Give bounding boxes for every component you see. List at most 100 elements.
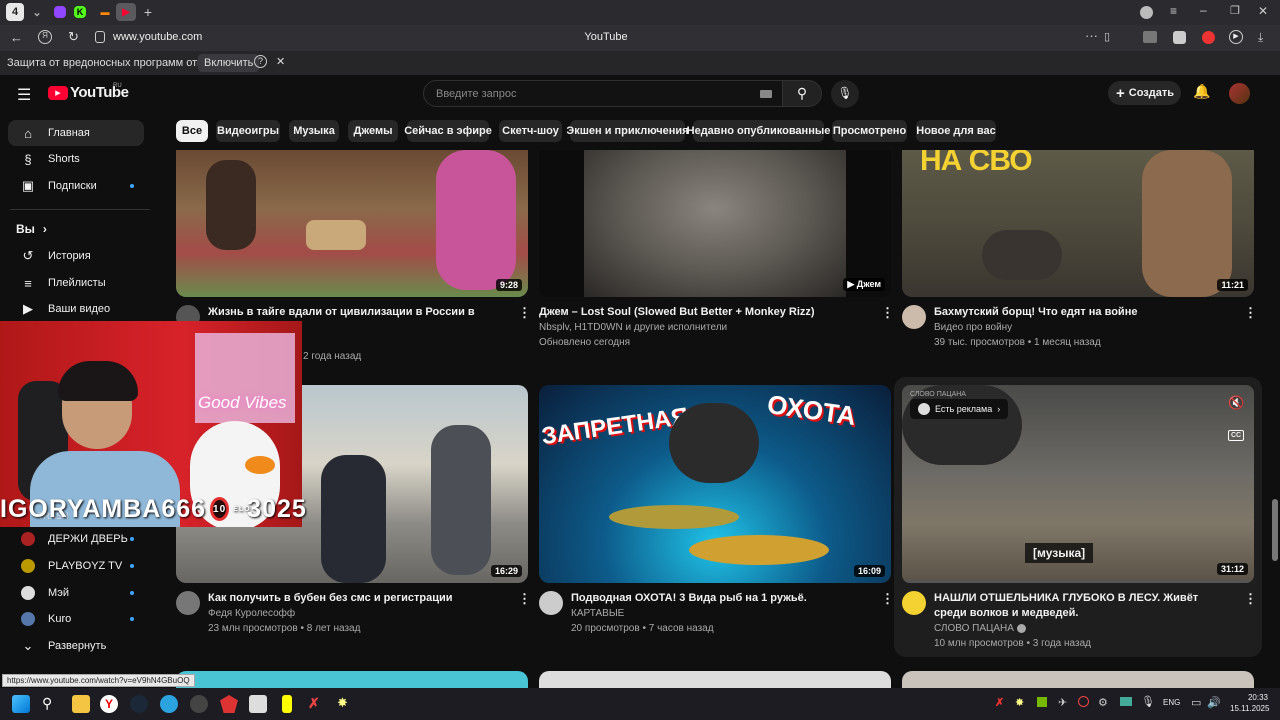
video-title[interactable]: Подводная ОХОТА! 3 Вида рыб на 1 ружьё.: [571, 591, 871, 606]
youtube-tab-active[interactable]: ▶: [116, 3, 136, 21]
twitch-tab-icon[interactable]: [54, 6, 66, 18]
chip-music[interactable]: Музыка: [289, 120, 339, 142]
network-icon[interactable]: ▭: [1191, 696, 1201, 709]
ad-info-badge[interactable]: Есть реклама ›: [910, 399, 1009, 419]
chip-watched[interactable]: Просмотрено: [832, 120, 907, 142]
video-title[interactable]: Бахмутский борщ! Что едят на войне: [934, 305, 1234, 320]
tray-icon[interactable]: ✈: [1058, 696, 1067, 709]
sun-app-icon[interactable]: ✸: [337, 695, 355, 713]
notification-extension-icon[interactable]: [1202, 31, 1215, 44]
close-window-icon[interactable]: ✕: [1258, 4, 1268, 18]
chip-recent[interactable]: Недавно опубликованные: [687, 120, 830, 142]
video-thumbnail[interactable]: 9:28: [176, 150, 528, 297]
video-thumbnail[interactable]: ЗАПРЕТНАЯ ОХОТА 16:09: [539, 385, 891, 583]
sidebar-item-channel-2[interactable]: PLAYBOYZ TV: [8, 553, 144, 579]
help-icon[interactable]: ?: [254, 55, 267, 68]
windows-start-icon[interactable]: [12, 695, 30, 713]
app-icon[interactable]: [190, 695, 208, 713]
more-vert-icon[interactable]: ⋮: [881, 591, 894, 607]
cc-button[interactable]: CC: [1228, 430, 1245, 441]
tray-record-icon[interactable]: [1078, 696, 1089, 707]
telegram-icon[interactable]: [160, 695, 178, 713]
video-thumbnail[interactable]: ▶ Джем: [539, 150, 891, 297]
video-thumbnail[interactable]: [176, 671, 528, 688]
more-vert-icon[interactable]: ⋮: [518, 591, 531, 607]
minimize-icon[interactable]: –: [1200, 3, 1207, 17]
preview-progress-bar[interactable]: [902, 580, 1254, 583]
video-channel[interactable]: КАРТАВЫЕ: [571, 606, 624, 621]
mute-icon[interactable]: 🔇: [1228, 395, 1244, 411]
notepad-icon[interactable]: [249, 695, 267, 713]
keyboard-icon[interactable]: [760, 90, 772, 98]
search-button[interactable]: ⚲: [782, 80, 822, 107]
video-title[interactable]: НАШЛИ ОТШЕЛЬНИКА ГЛУБОКО В ЛЕСУ. Живёт с…: [934, 591, 1224, 621]
tab-icon-orange[interactable]: ▬: [96, 3, 114, 21]
url-text[interactable]: www.youtube.com: [113, 31, 202, 43]
yandex-browser-icon[interactable]: Y: [100, 695, 118, 713]
enable-protection-button[interactable]: Включить: [198, 54, 260, 72]
channel-avatar[interactable]: [176, 591, 200, 615]
search-input[interactable]: Введите запрос: [423, 80, 783, 107]
chip-jams[interactable]: Джемы: [348, 120, 398, 142]
yandex-icon[interactable]: Я: [38, 30, 52, 44]
video-channel[interactable]: СЛОВО ПАЦАНА: [934, 621, 1026, 636]
extension-icon[interactable]: [1143, 31, 1157, 43]
clock[interactable]: 20:33 15.11.2025: [1230, 692, 1269, 714]
tray-mic-icon[interactable]: 🎙: [1141, 695, 1155, 708]
more-vert-icon[interactable]: ⋮: [881, 305, 894, 321]
back-icon[interactable]: ←: [10, 30, 23, 45]
tab-counter[interactable]: 4: [6, 3, 24, 21]
tray-gear-icon[interactable]: ⚙: [1098, 696, 1108, 709]
channel-avatar[interactable]: [539, 591, 563, 615]
sidebar-item-channel-4[interactable]: Kuro: [8, 606, 144, 632]
video-channel[interactable]: Федя Куролесофф: [208, 606, 295, 621]
profile-icon[interactable]: [1140, 6, 1153, 19]
sidebar-expand[interactable]: ⌄ Развернуть: [8, 633, 144, 659]
tray-app-icon[interactable]: [1120, 697, 1132, 706]
search-icon[interactable]: ⚲: [42, 695, 60, 713]
chip-action[interactable]: Экшен и приключения: [566, 120, 689, 142]
sidebar-item-channel-1[interactable]: ДЕРЖИ ДВЕРЬ: [8, 526, 144, 552]
scrollbar-thumb[interactable]: [1272, 499, 1278, 561]
new-tab-button[interactable]: +: [139, 3, 157, 21]
close-notice-icon[interactable]: ✕: [276, 55, 285, 68]
tray-faceit-icon[interactable]: ✗: [995, 696, 1004, 709]
language-indicator[interactable]: ENG: [1163, 698, 1180, 707]
chip-sketch[interactable]: Скетч-шоу: [499, 120, 562, 142]
volume-icon[interactable]: 🔊: [1207, 696, 1221, 709]
chevron-down-icon[interactable]: ⌄: [28, 3, 46, 21]
sidebar-item-playlists[interactable]: ≡ Плейлисты: [8, 270, 144, 296]
kick-tab-icon[interactable]: K: [74, 6, 86, 18]
video-channel[interactable]: Nbsplv, H1TD0WN и другие исполнители: [539, 320, 727, 335]
steam-icon[interactable]: [130, 695, 148, 713]
bookmark-icon[interactable]: ▯: [1104, 30, 1110, 43]
notifications-bell-icon[interactable]: 🔔: [1193, 83, 1210, 100]
video-title[interactable]: Джем – Lost Soul (Slowed But Better + Mo…: [539, 305, 869, 320]
sidebar-item-history[interactable]: ↺ История: [8, 243, 144, 269]
create-button[interactable]: + Создать: [1108, 81, 1181, 105]
chip-videogames[interactable]: Видеоигры: [216, 120, 280, 142]
sidebar-item-your-videos[interactable]: ▶ Ваши видео: [8, 296, 144, 322]
reload-icon[interactable]: ↻: [68, 29, 79, 45]
more-vert-icon[interactable]: ⋮: [1244, 305, 1257, 321]
video-thumbnail[interactable]: [902, 671, 1254, 688]
video-channel[interactable]: Видео про войну: [934, 320, 1012, 335]
shield-extension-icon[interactable]: [1173, 31, 1186, 44]
battery-app-icon[interactable]: [282, 695, 292, 713]
voice-search-button[interactable]: 🎙: [831, 80, 859, 108]
sidebar-item-channel-3[interactable]: Мэй: [8, 580, 144, 606]
chip-new[interactable]: Новое для вас: [916, 120, 996, 142]
sidebar-item-you[interactable]: Вы ›: [8, 216, 144, 242]
chip-live[interactable]: Сейчас в эфире: [404, 120, 492, 142]
chip-all[interactable]: Все: [176, 120, 208, 142]
sidebar-item-home[interactable]: ⌂ Главная: [8, 120, 144, 146]
valorant-icon[interactable]: [220, 695, 238, 713]
more-icon[interactable]: ···: [1085, 28, 1098, 43]
play-extension-icon[interactable]: ▶: [1229, 30, 1243, 44]
faceit-icon[interactable]: ✗: [308, 695, 326, 713]
download-icon[interactable]: ⤓: [1258, 30, 1263, 45]
channel-avatar[interactable]: [902, 591, 926, 615]
more-vert-icon[interactable]: ⋮: [1244, 591, 1257, 607]
restore-icon[interactable]: ❐: [1230, 4, 1240, 17]
tray-app-icon[interactable]: ✸: [1015, 696, 1024, 709]
